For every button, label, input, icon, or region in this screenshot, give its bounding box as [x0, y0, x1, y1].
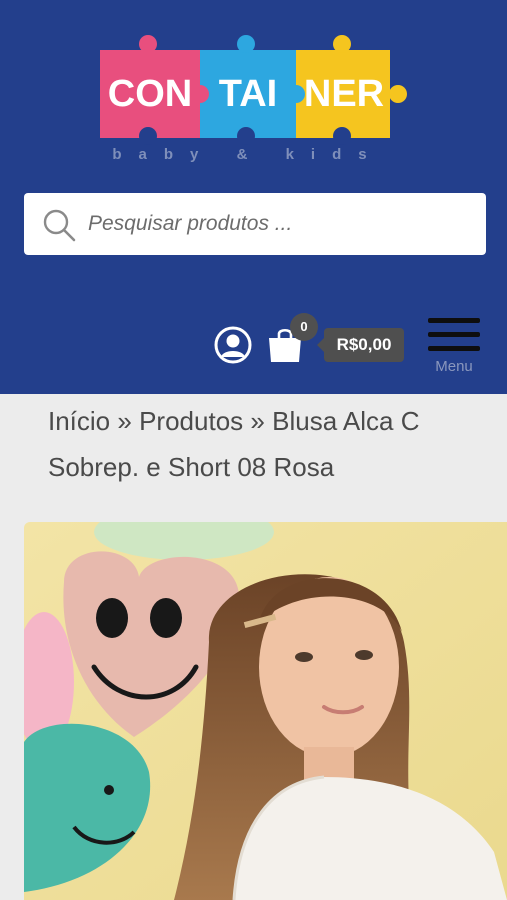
search-icon[interactable]	[42, 208, 76, 242]
logo-piece-3: NER	[304, 73, 384, 115]
breadcrumb-home-link[interactable]: Início	[48, 406, 110, 436]
search-input[interactable]	[88, 193, 478, 255]
product-photo-illustration	[24, 522, 507, 900]
menu-button[interactable]: Menu	[428, 316, 480, 378]
hamburger-icon-bar-2	[428, 332, 480, 337]
breadcrumb-separator: »	[117, 406, 132, 436]
logo-subtitle: baby & kids	[112, 146, 384, 163]
store-logo[interactable]: CON TAI NER	[98, 32, 410, 162]
menu-label: Menu	[435, 358, 473, 375]
product-photo[interactable]	[24, 522, 507, 900]
logo-piece-2: TAI	[219, 73, 277, 115]
logo-puzzle: CON TAI NER	[100, 35, 407, 145]
hamburger-icon-bar-3	[428, 346, 480, 351]
site-header: CON TAI NER baby & kids 0 R$0,00 Menu	[0, 0, 507, 394]
breadcrumb: Início » Produtos » Blusa Alca C Sobrep.…	[48, 398, 478, 490]
user-icon[interactable]	[214, 326, 252, 364]
cart-count-badge[interactable]: 0	[290, 313, 318, 341]
breadcrumb-separator: »	[250, 406, 265, 436]
logo-piece-1: CON	[108, 73, 192, 115]
cart-total[interactable]: R$0,00	[317, 328, 404, 362]
search-box[interactable]	[24, 193, 486, 255]
hamburger-icon	[428, 318, 480, 323]
breadcrumb-products-link[interactable]: Produtos	[139, 406, 243, 436]
